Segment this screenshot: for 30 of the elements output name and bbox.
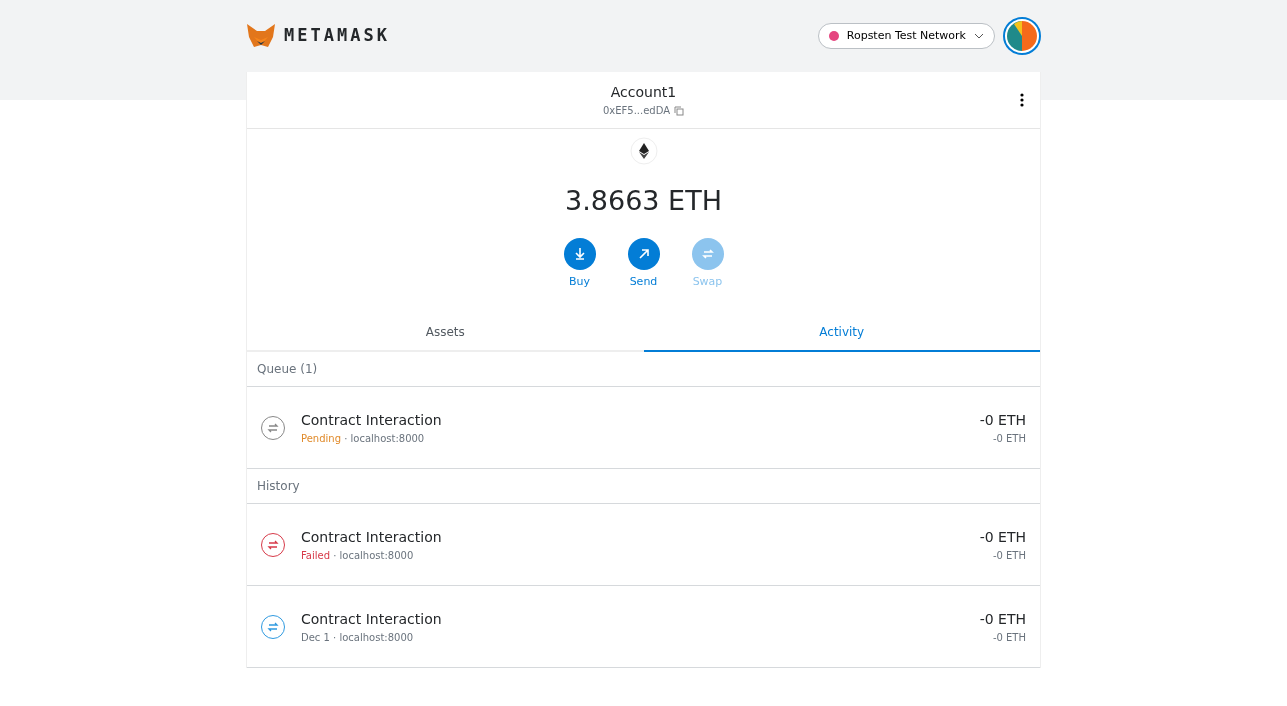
fiat-amount: -0 ETH bbox=[991, 630, 1026, 645]
account-avatar[interactable] bbox=[1003, 17, 1041, 55]
transaction-row[interactable]: Contract Interaction Dec 1 · localhost:8000 -0 ETH -0 ETH bbox=[247, 586, 1040, 668]
transaction-title: Contract Interaction bbox=[301, 609, 443, 629]
network-dropdown[interactable]: Ropsten Test Network bbox=[817, 22, 995, 50]
caret-icon bbox=[974, 33, 984, 39]
transaction-amount: -0 ETH bbox=[979, 527, 1026, 547]
transaction-amount: -0 ETH bbox=[979, 609, 1026, 629]
transaction-status: Dec 1 · localhost:8000 bbox=[301, 630, 415, 645]
ethereum-icon bbox=[629, 137, 658, 165]
transaction-status: Failed · localhost:8000 bbox=[301, 548, 415, 563]
fiat-amount: -0 ETH bbox=[991, 548, 1026, 563]
kebab-menu-icon[interactable] bbox=[1020, 93, 1024, 107]
transaction-status: Pending · localhost:8000 bbox=[301, 431, 426, 446]
transaction-row[interactable]: Contract Interaction Pending · localhost:8000 -0 ETH -0 ETH bbox=[247, 387, 1040, 469]
account-name: Account1 bbox=[610, 83, 677, 102]
transaction-row[interactable]: Contract Interaction Failed · localhost:8000 -0 ETH -0 ETH bbox=[247, 504, 1040, 586]
account-address[interactable]: 0xEF5...edDA bbox=[602, 103, 685, 118]
section-heading: History bbox=[247, 469, 1040, 504]
logo-text: METAMASK bbox=[284, 24, 390, 48]
tab[interactable]: Activity bbox=[643, 314, 1040, 352]
fox-logo-icon bbox=[246, 23, 276, 49]
transaction-amount: -0 ETH bbox=[979, 410, 1026, 430]
section-heading: Queue (1) bbox=[247, 352, 1040, 387]
copy-icon bbox=[674, 105, 685, 116]
fiat-amount: -0 ETH bbox=[991, 431, 1026, 446]
tab[interactable]: Assets bbox=[247, 314, 644, 352]
transaction-title: Contract Interaction bbox=[301, 410, 443, 430]
transaction-title: Contract Interaction bbox=[301, 527, 443, 547]
balance-amount: 3.8663 ETH bbox=[565, 184, 722, 218]
